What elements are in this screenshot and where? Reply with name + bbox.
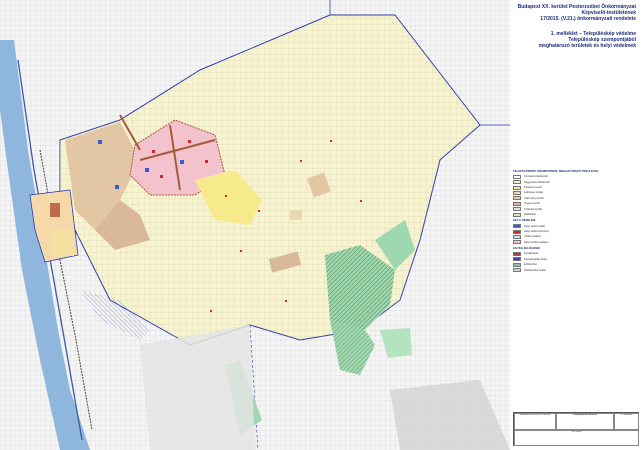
industrial-area-south (140, 325, 255, 450)
legend-label: Közlekedési terület (524, 268, 546, 272)
legend-label: Helyi védett építmény (524, 230, 549, 234)
legend-label: Nagyvárosi lakóterület (524, 180, 550, 184)
legend-swatch (513, 224, 521, 229)
legend-group-2: Helyi védett épület Helyi védett építmény… (513, 224, 639, 246)
title-block: Budapest Főváros XX. kerület Településké… (513, 412, 639, 446)
legend-swatch (513, 180, 521, 185)
legend-group-1: Kertvárosi lakóterület Nagyvárosi lakóter… (513, 174, 639, 217)
legend-swatch (513, 235, 521, 239)
legend-swatch (513, 240, 521, 245)
legend-label: Közigazgatási határ (524, 257, 547, 261)
legend-swatch (513, 257, 521, 262)
legend-item: Helyi területi védelem (513, 240, 639, 245)
legend-swatch (513, 196, 521, 201)
legend-label: Történeti terület (524, 207, 543, 211)
legend-item: Közlekedési terület (513, 267, 639, 273)
title-block-sheet: 1. melléklet (614, 413, 639, 430)
legend-label: Kertvárosi lakóterület (524, 175, 549, 179)
legend-group-3-title: EGYÉB JELÖLÉSEK (513, 246, 541, 251)
title-block-scale: M 1:8000 (514, 430, 639, 446)
legend-label: Kisvárosi terület (524, 186, 543, 190)
legend-label: Zöldfelület (524, 213, 536, 217)
header-line-3: 17/2015. (V.21.) önkormányzati rendelete (540, 16, 636, 22)
legend-label: Kerülethatár (524, 252, 539, 256)
subtitle-line-3: meghatározó területek és helyi védelmek (538, 43, 636, 49)
western-historic-spot (50, 203, 60, 217)
map-header: Budapest XX. kerület Pesterzsébet Önkorm… (466, 4, 636, 22)
tan-block-3 (290, 210, 302, 220)
legend-swatch (513, 185, 521, 190)
legend-label: Helyi területi védelem (524, 240, 549, 244)
legend-swatch (513, 251, 521, 256)
legend-label: Védett utcakép (524, 235, 542, 239)
map-subtitle: 1. melléklet – Településkép védelme Tele… (466, 31, 636, 49)
legend-swatch (513, 191, 521, 196)
legend-swatch (513, 262, 521, 267)
legend-swatch (513, 207, 521, 212)
legend-label: Vegyes terület (524, 202, 541, 206)
legend-swatch (513, 212, 521, 217)
legend-label: Lakótelep terület (524, 191, 544, 195)
legend-label: Helyi védett épület (524, 224, 546, 228)
map-legend: TELEPÜLÉSKÉPI SZEMPONTBÓL MEGHATÁROZÓ TE… (513, 168, 639, 273)
legend-group-1-title: TELEPÜLÉSKÉPI SZEMPONTBÓL MEGHATÁROZÓ TE… (513, 169, 599, 173)
legend-group-3: Kerülethatár Közigazgatási határ Erdőterül… (513, 251, 639, 273)
title-block-org: Budapest Főváros XX. kerület (514, 413, 556, 430)
legend-swatch (513, 201, 521, 206)
legend-swatch (513, 229, 521, 234)
legend-label: Intézményi terület (524, 196, 545, 200)
legend-swatch (513, 174, 521, 179)
title-block-title: Településkép védelme (556, 413, 614, 430)
western-zone-block (52, 230, 74, 256)
legend-swatch (513, 268, 521, 273)
legend-label: Erdőterület (524, 263, 537, 267)
legend-item: Zöldfelület (513, 212, 639, 217)
legend-group-2-title: HELYI VÉDELEM (513, 218, 536, 223)
